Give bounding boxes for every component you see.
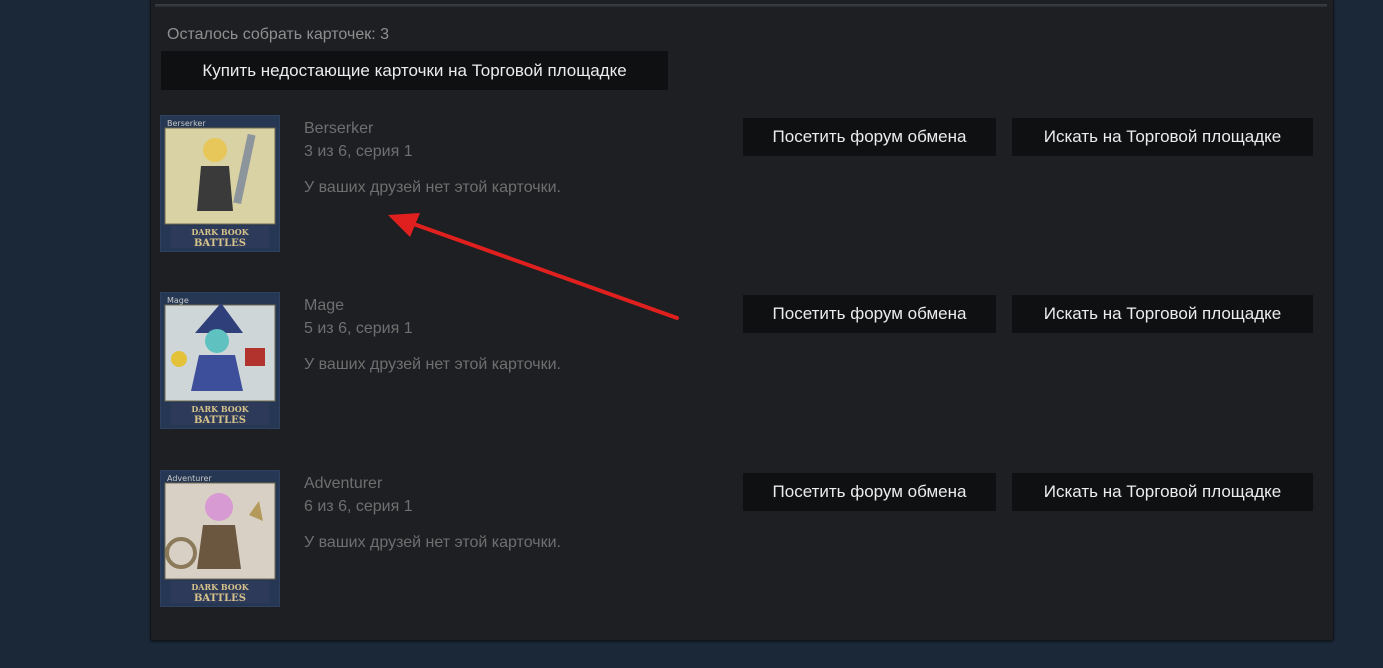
card-thumb-label: Berserker xyxy=(167,119,206,128)
card-name: Mage xyxy=(304,297,345,314)
card-logo-line1: DARK BOOK xyxy=(191,404,249,414)
search-market-button[interactable]: Искать на Торговой площадке xyxy=(1012,118,1313,156)
card-name: Adventurer xyxy=(304,475,383,492)
search-market-button[interactable]: Искать на Торговой площадке xyxy=(1012,295,1313,333)
card-row-berserker: Berserker DARK BOOK BATTLES Berserker 3 … xyxy=(160,115,1320,255)
visit-trade-forum-button[interactable]: Посетить форум обмена xyxy=(743,118,996,156)
card-friends-status: У ваших друзей нет этой карточки. xyxy=(304,534,561,551)
card-logo-line1: DARK BOOK xyxy=(191,227,249,237)
remaining-cards-label: Осталось собрать карточек: 3 xyxy=(167,26,389,43)
card-count: 3 из 6, серия 1 xyxy=(304,143,413,160)
card-name: Berserker xyxy=(304,120,374,137)
card-friends-status: У ваших друзей нет этой карточки. xyxy=(304,356,561,373)
buy-missing-cards-button[interactable]: Купить недостающие карточки на Торговой … xyxy=(161,51,668,90)
card-row-mage: Mage DARK BOOK BATTLES Mage 5 из 6, сери… xyxy=(160,292,1320,432)
page: Осталось собрать карточек: 3 Купить недо… xyxy=(0,0,1383,668)
card-logo-line2: BATTLES xyxy=(194,238,246,249)
panel-top-divider xyxy=(155,4,1327,7)
card-thumb-label: Adventurer xyxy=(167,474,212,483)
card-friends-status: У ваших друзей нет этой карточки. xyxy=(304,179,561,196)
visit-trade-forum-button[interactable]: Посетить форум обмена xyxy=(743,295,996,333)
card-thumbnail-mage[interactable]: Mage DARK BOOK BATTLES xyxy=(160,292,280,429)
search-market-button[interactable]: Искать на Торговой площадке xyxy=(1012,473,1313,511)
card-logo-line2: BATTLES xyxy=(194,593,246,604)
card-count: 6 из 6, серия 1 xyxy=(304,498,413,515)
card-logo-line1: DARK BOOK xyxy=(191,582,249,592)
card-logo-line2: BATTLES xyxy=(194,415,246,426)
red-arrow-annotation-icon xyxy=(388,213,679,320)
card-thumb-label: Mage xyxy=(167,296,189,305)
visit-trade-forum-button[interactable]: Посетить форум обмена xyxy=(743,473,996,511)
card-row-adventurer: Adventurer DARK BOOK BATTLES Adventurer … xyxy=(160,470,1320,610)
card-thumbnail-adventurer[interactable]: Adventurer DARK BOOK BATTLES xyxy=(160,470,280,607)
card-thumbnail-berserker[interactable]: Berserker DARK BOOK BATTLES xyxy=(160,115,280,252)
